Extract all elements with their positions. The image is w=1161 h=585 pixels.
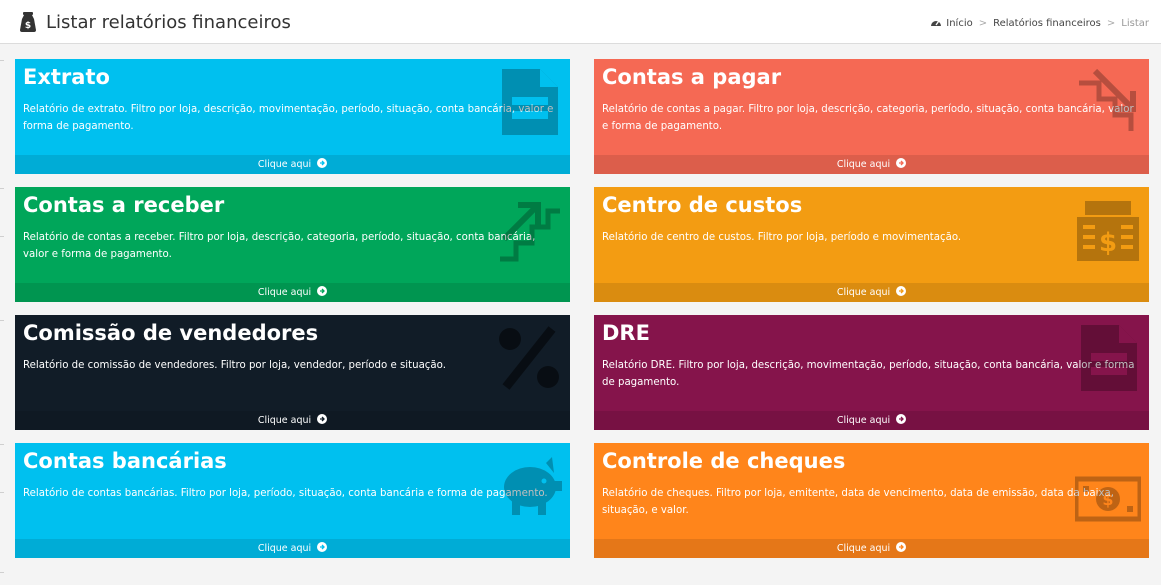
arrow-circle-right-icon	[896, 286, 907, 296]
card-description: Relatório DRE. Filtro por loja, descriçã…	[602, 360, 1135, 388]
arrow-circle-right-icon	[317, 542, 328, 552]
svg-text:$: $	[1099, 228, 1117, 258]
percent-icon	[499, 326, 559, 390]
card-link[interactable]: Clique aqui	[594, 539, 1149, 558]
breadcrumb: Início > Relatórios financeiros > Listar	[930, 17, 1149, 29]
card-link-label: Clique aqui	[257, 543, 312, 554]
card-description: Relatório de extrato. Filtro por loja, d…	[23, 104, 554, 132]
left-edge-ticks	[0, 44, 4, 585]
card-title: Contas a receber	[23, 193, 225, 217]
arrow-circle-right-icon	[317, 158, 328, 168]
card-link-label: Clique aqui	[257, 415, 312, 426]
card-title: Contas bancárias	[23, 449, 227, 473]
breadcrumb-separator: >	[978, 17, 988, 29]
arrow-circle-right-icon	[896, 542, 907, 552]
arrow-circle-right-icon	[896, 158, 907, 168]
dashboard-icon	[931, 21, 942, 26]
arrow-circle-right-icon	[317, 414, 328, 424]
trend-down-icon	[1079, 69, 1136, 131]
card-link[interactable]: Clique aqui	[15, 155, 570, 174]
arrow-circle-right-icon	[317, 286, 328, 296]
breadcrumb-home-link[interactable]: Início	[946, 18, 972, 29]
card-title: DRE	[602, 321, 650, 345]
card-description: Relatório de contas a pagar. Filtro por …	[602, 104, 1134, 132]
card-description: Relatório de centro de custos. Filtro po…	[602, 232, 962, 243]
card-title: Centro de custos	[602, 193, 803, 217]
money-bill-icon: $	[1075, 476, 1141, 522]
svg-text:$: $	[25, 21, 31, 31]
svg-text:$: $	[1102, 490, 1113, 509]
arrow-circle-right-icon	[896, 414, 907, 424]
report-card-centro-de-custos: Centro de custos Relatório de centro de …	[594, 187, 1149, 302]
card-link-label: Clique aqui	[836, 159, 891, 170]
piggy-bank-icon	[504, 457, 562, 515]
trend-up-icon	[500, 202, 560, 262]
breadcrumb-current: Listar	[1121, 17, 1149, 29]
breadcrumb-separator: >	[1106, 17, 1116, 29]
cash-register-icon: $	[1077, 201, 1139, 261]
card-link[interactable]: Clique aqui	[594, 283, 1149, 302]
card-title: Extrato	[23, 65, 110, 89]
document-icon	[1081, 325, 1137, 391]
report-card-controle-de-cheques: Controle de cheques Relatório de cheques…	[594, 443, 1149, 558]
card-link[interactable]: Clique aqui	[15, 283, 570, 302]
report-card-extrato: Extrato Relatório de extrato. Filtro por…	[15, 59, 570, 174]
card-link-label: Clique aqui	[836, 287, 891, 298]
card-link-label: Clique aqui	[257, 287, 312, 298]
card-link-label: Clique aqui	[836, 415, 891, 426]
card-title: Controle de cheques	[602, 449, 846, 473]
document-icon	[502, 69, 558, 135]
card-link[interactable]: Clique aqui	[594, 155, 1149, 174]
card-link-label: Clique aqui	[257, 159, 312, 170]
card-link-label: Clique aqui	[836, 543, 891, 554]
card-title: Comissão de vendedores	[23, 321, 319, 345]
card-title: Contas a pagar	[602, 65, 782, 89]
card-description: Relatório de comissão de vendedores. Fil…	[23, 360, 446, 371]
report-card-dre: DRE Relatório DRE. Filtro por loja, desc…	[594, 315, 1149, 430]
card-description: Relatório de cheques. Filtro por loja, e…	[602, 488, 1115, 516]
card-link[interactable]: Clique aqui	[15, 539, 570, 558]
page-header: $ Listar relatórios financeiros Início >…	[0, 0, 1161, 44]
report-card-contas-a-pagar: Contas a pagar Relatório de contas a pag…	[594, 59, 1149, 174]
card-description: Relatório de contas a receber. Filtro po…	[23, 232, 536, 260]
money-bag-icon: $	[20, 12, 36, 32]
card-link[interactable]: Clique aqui	[15, 411, 570, 430]
report-card-contas-a-receber: Contas a receber Relatório de contas a r…	[15, 187, 570, 302]
report-card-contas-bancarias: Contas bancárias Relatório de contas ban…	[15, 443, 570, 558]
card-link[interactable]: Clique aqui	[594, 411, 1149, 430]
card-description: Relatório de contas bancárias. Filtro po…	[23, 488, 548, 499]
breadcrumb-section-link[interactable]: Relatórios financeiros	[993, 18, 1101, 29]
page-title: Listar relatórios financeiros	[46, 12, 291, 33]
report-card-comissao-de-vendedores: Comissão de vendedores Relatório de comi…	[15, 315, 570, 430]
